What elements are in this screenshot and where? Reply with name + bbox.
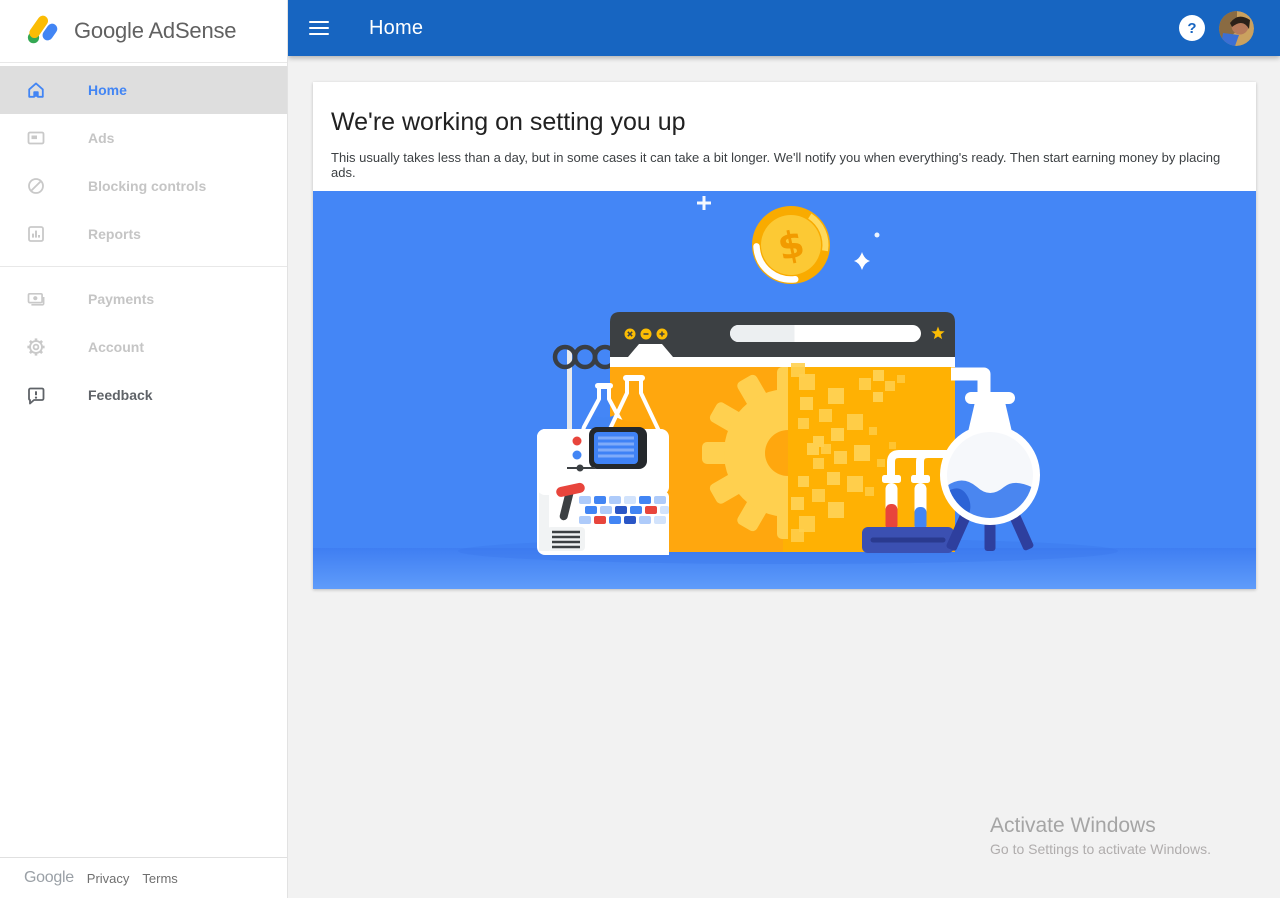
sidebar: Google AdSense Home Ads (0, 0, 288, 898)
sidebar-item-payments[interactable]: Payments (0, 275, 287, 323)
sidebar-item-ads[interactable]: Ads (0, 114, 287, 162)
watermark-subtitle: Go to Settings to activate Windows. (990, 841, 1211, 857)
sidebar-item-blocking-controls[interactable]: Blocking controls (0, 162, 287, 210)
privacy-link[interactable]: Privacy (87, 871, 130, 886)
sidebar-item-home[interactable]: Home (0, 66, 287, 114)
page-title: Home (369, 17, 423, 40)
setup-status-card: We're working on setting you up This usu… (313, 82, 1256, 589)
adsense-logo-icon (24, 10, 62, 53)
sidebar-item-label: Payments (88, 291, 154, 307)
reports-icon (26, 224, 46, 244)
activate-windows-watermark: Activate Windows Go to Settings to activ… (990, 814, 1211, 857)
card-heading: We're working on setting you up (331, 108, 1236, 137)
menu-icon[interactable] (309, 21, 329, 36)
account-settings-gear-icon (26, 337, 46, 357)
sidebar-footer: Google Privacy Terms (0, 857, 287, 898)
ads-icon (26, 128, 46, 148)
sidebar-item-feedback[interactable]: Feedback (0, 371, 287, 419)
sidebar-divider (0, 266, 287, 267)
topbar-actions: ? (1179, 11, 1280, 46)
sidebar-item-reports[interactable]: Reports (0, 210, 287, 258)
sidebar-item-label: Reports (88, 226, 141, 242)
topbar: Home ? (288, 0, 1280, 56)
sidebar-item-label: Feedback (88, 387, 153, 403)
home-icon (26, 80, 46, 100)
terms-link[interactable]: Terms (142, 871, 177, 886)
sidebar-item-label: Ads (88, 130, 114, 146)
user-avatar[interactable] (1219, 11, 1254, 46)
feedback-icon (26, 385, 46, 405)
blocking-controls-icon (26, 176, 46, 196)
card-body-text: This usually takes less than a day, but … (331, 150, 1236, 180)
sidebar-item-label: Blocking controls (88, 178, 206, 194)
sidebar-item-label: Account (88, 339, 144, 355)
brand-name: Google AdSense (74, 18, 236, 44)
card-text: We're working on setting you up This usu… (313, 82, 1256, 191)
help-icon[interactable]: ? (1179, 15, 1205, 41)
lab-setup-illustration: $ (313, 191, 1256, 589)
adsense-logo[interactable]: Google AdSense (0, 0, 287, 63)
google-footer-brand: Google (24, 869, 74, 887)
sidebar-item-account[interactable]: Account (0, 323, 287, 371)
sidebar-nav: Home Ads Blocking controls (0, 66, 287, 419)
sidebar-item-label: Home (88, 82, 127, 98)
watermark-title: Activate Windows (990, 814, 1211, 838)
payments-icon (26, 289, 46, 309)
